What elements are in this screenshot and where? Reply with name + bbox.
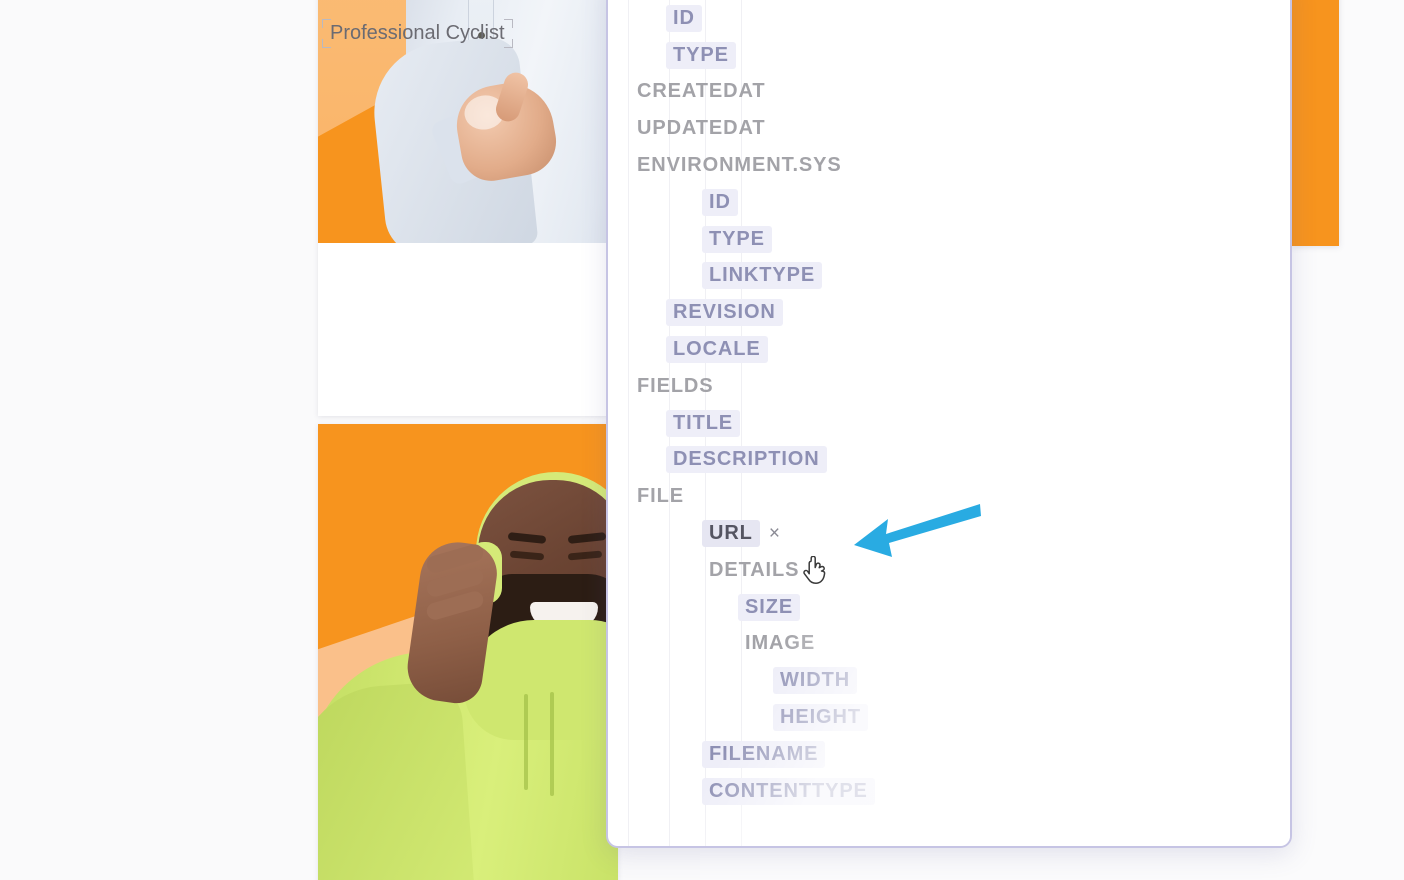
tree-node-type[interactable]: TYPE [608,37,1290,74]
tree-node-label: WIDTH [773,667,858,695]
tree-node-label: TITLE [666,409,741,437]
tree-node-updatedat[interactable]: UPDATEDAT [608,110,1290,147]
card-2-hoodie-drawstring [550,692,554,796]
tree-node-fields[interactable]: FIELDS [608,368,1290,405]
tree-node-label: SIZE [738,593,801,621]
tree-node-label: DESCRIPTION [666,446,827,474]
tree-node-filename[interactable]: FILENAME [608,736,1290,773]
field-tree-panel: ID ID TYPE CREATEDAT UPDATEDAT ENVIRONMENT.SY… [606,0,1292,848]
field-tree-panel-inner: ID ID TYPE CREATEDAT UPDATEDAT ENVIRONMENT.SY… [608,0,1290,846]
tree-node-label: LOCALE [666,336,768,364]
profile-card-2-image[interactable] [318,424,618,880]
remove-field-close-icon[interactable]: × [769,524,780,543]
tree-node-locale[interactable]: LOCALE [608,331,1290,368]
tree-node-label: URL [702,520,760,548]
screenshot-stage: Chris Willia Professional Cyclist [0,0,1404,880]
selection-corner-top-right [503,19,513,29]
tree-node-details[interactable]: DETAILS [608,552,1290,589]
tree-node-createdat[interactable]: CREATEDAT [608,74,1290,111]
tree-node-type[interactable]: TYPE [608,221,1290,258]
tree-node-label: DETAILS [709,558,800,581]
tree-node-file[interactable]: FILE [608,478,1290,515]
tree-node-label: HEIGHT [773,704,868,732]
card-2-hoodie-drawstring [524,694,528,790]
tree-node-label: ID [666,4,702,32]
tree-node-label: UPDATEDAT [637,117,766,140]
profile-card-2[interactable] [318,424,618,880]
tree-node-label: ID [702,188,738,216]
card-2-hoodie-sleeve [318,680,476,880]
tree-node-label: LINKTYPE [702,262,823,290]
tree-node-id[interactable]: ID [608,0,1290,37]
tree-node-description[interactable]: DESCRIPTION [608,442,1290,479]
tree-node-label: IMAGE [745,632,816,655]
tree-node-label: TYPE [702,225,772,253]
tree-node-label: FIELDS [637,374,714,397]
tree-node-url[interactable]: URL × [608,515,1290,552]
tree-node-label: FILENAME [702,740,826,768]
tree-node-width[interactable]: WIDTH [608,662,1290,699]
tree-node-height[interactable]: HEIGHT [608,699,1290,736]
tree-node-id[interactable]: ID [608,184,1290,221]
tree-node-title[interactable]: TITLE [608,405,1290,442]
profile-card-1-role: Professional Cyclist [330,22,505,45]
tree-node-size[interactable]: SIZE [608,589,1290,626]
card-gallery: Chris Willia Professional Cyclist [0,0,700,880]
tree-node-label: REVISION [666,299,783,327]
tree-node-label: CONTENTTYPE [702,777,875,805]
tree-node-image[interactable]: IMAGE [608,626,1290,663]
selection-corner-top-left [322,19,331,29]
field-tree-list: ID ID TYPE CREATEDAT UPDATEDAT ENVIRONMENT.SY… [608,0,1290,820]
tree-node-label: TYPE [666,41,736,69]
tree-node-label: FILE [637,485,684,508]
tree-node-contenttype[interactable]: CONTENTTYPE [608,773,1290,810]
selection-corner-bottom-right [503,39,513,49]
profile-card-right-peek[interactable] [1291,0,1339,246]
tree-node-label: CREATEDAT [637,80,766,103]
profile-card-1-role-selection[interactable]: Professional Cyclist [322,19,513,49]
tree-node-label: ENVIRONMENT.SYS [637,154,842,177]
tree-node-linktype[interactable]: LINKTYPE [608,258,1290,295]
tree-node-revision[interactable]: REVISION [608,294,1290,331]
profile-card-1[interactable]: Chris Willia Professional Cyclist [318,0,618,416]
selection-corner-bottom-left [322,39,331,49]
tree-node-environment-sys[interactable]: ENVIRONMENT.SYS [608,147,1290,184]
